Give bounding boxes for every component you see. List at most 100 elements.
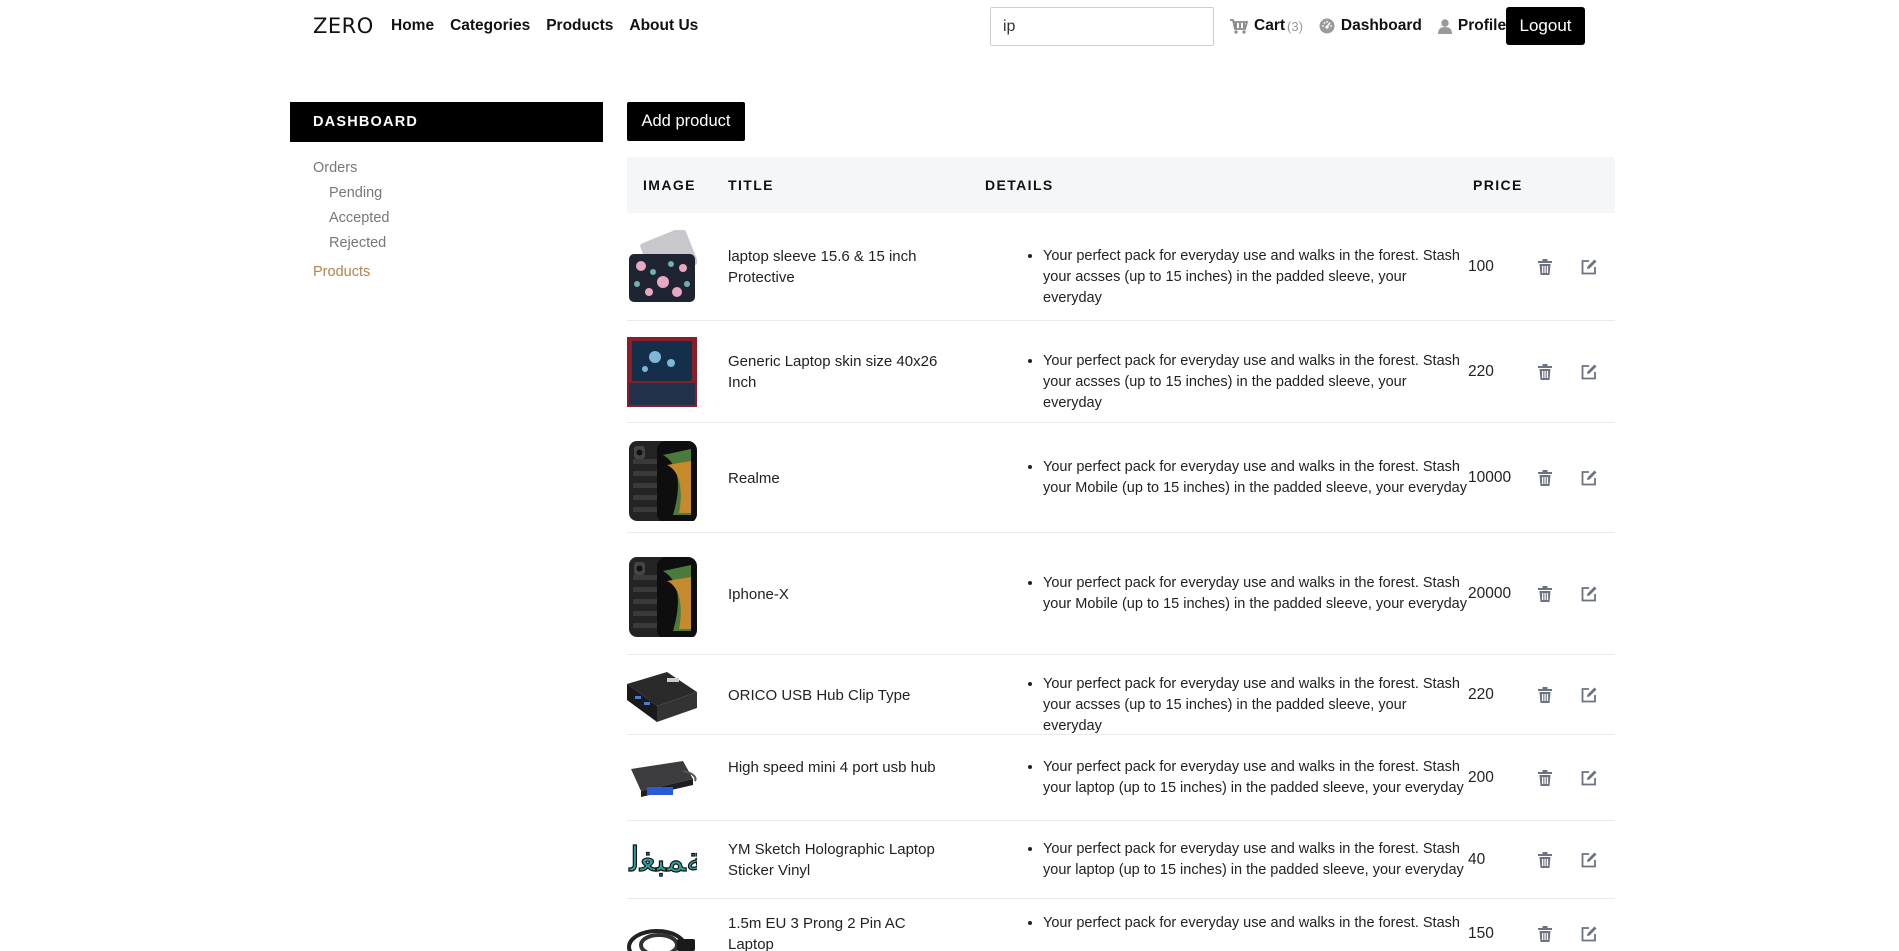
user-icon: [1437, 18, 1452, 34]
top-navbar: ZERO Home Categories Products About Us C…: [0, 0, 1899, 52]
edit-product-button[interactable]: [1581, 770, 1597, 791]
logout-button[interactable]: Logout: [1506, 7, 1585, 45]
column-header-details: DETAILS: [985, 177, 1054, 193]
trash-icon: [1538, 470, 1552, 486]
delete-product-button[interactable]: [1538, 926, 1552, 947]
sidebar-title: DASHBOARD: [290, 102, 603, 142]
nav-about-us[interactable]: About Us: [629, 17, 698, 35]
sidebar-item-pending[interactable]: Pending: [313, 185, 603, 210]
product-details-text: Your perfect pack for everyday use and w…: [1043, 351, 1467, 414]
power-cable-image: [627, 929, 695, 951]
cart-link[interactable]: Cart (3): [1230, 17, 1303, 35]
phone-image: [629, 440, 697, 521]
product-details-text: Your perfect pack for everyday use and w…: [1043, 246, 1467, 309]
delete-product-button[interactable]: [1538, 852, 1552, 873]
product-image: [627, 213, 697, 321]
product-image: [627, 533, 697, 655]
product-image: [627, 423, 697, 533]
delete-product-button[interactable]: [1538, 586, 1552, 607]
nav-products[interactable]: Products: [546, 17, 613, 35]
table-row: laptop sleeve 15.6 & 15 inch Protective …: [627, 213, 1615, 321]
product-details-text: Your perfect pack for everyday use and w…: [1043, 757, 1467, 799]
product-details-text: Your perfect pack for everyday use and w…: [1043, 674, 1467, 737]
edit-icon: [1581, 364, 1597, 380]
table-row: ORICO USB Hub Clip Type Your perfect pac…: [627, 655, 1615, 735]
main-nav: Home Categories Products About Us: [391, 17, 698, 35]
product-image: [627, 735, 697, 821]
table-header: IMAGE TITLE DETAILS PRICE: [627, 157, 1615, 213]
product-details: Your perfect pack for everyday use and w…: [1017, 246, 1467, 309]
product-image: [627, 655, 697, 735]
trash-icon: [1538, 852, 1552, 868]
sidebar-item-rejected[interactable]: Rejected: [313, 235, 603, 260]
edit-product-button[interactable]: [1581, 926, 1597, 947]
sidebar-item-products[interactable]: Products: [313, 264, 603, 289]
trash-icon: [1538, 687, 1552, 703]
table-row: Generic Laptop skin size 40x26 Inch Your…: [627, 321, 1615, 423]
product-price: 40: [1468, 851, 1486, 868]
add-product-button[interactable]: Add product: [627, 102, 745, 141]
product-price: 100: [1468, 258, 1494, 275]
table-row: ﺔﻤﺒﻐﻟا YM Sketch Holographic Laptop Stic…: [627, 821, 1615, 899]
product-title: ORICO USB Hub Clip Type: [728, 686, 911, 704]
edit-icon: [1581, 926, 1597, 942]
table-body: laptop sleeve 15.6 & 15 inch Protective …: [627, 213, 1615, 951]
phone-image: [629, 556, 697, 637]
product-price: 220: [1468, 686, 1494, 703]
brand-logo[interactable]: ZERO: [313, 14, 374, 38]
product-details-text: Your perfect pack for everyday use and w…: [1043, 573, 1467, 615]
column-header-image: IMAGE: [643, 177, 696, 193]
edit-product-button[interactable]: [1581, 470, 1597, 491]
product-details-text: Your perfect pack for everyday use and w…: [1043, 913, 1467, 934]
profile-link[interactable]: Profile: [1437, 17, 1506, 35]
trash-icon: [1538, 926, 1552, 942]
svg-text:ﺔﻤﺒﻐﻟا: ﺔﻤﺒﻐﻟا: [627, 840, 697, 880]
cart-label: Cart: [1254, 17, 1286, 34]
product-details: Your perfect pack for everyday use and w…: [1017, 674, 1467, 737]
edit-product-button[interactable]: [1581, 687, 1597, 708]
edit-product-button[interactable]: [1581, 364, 1597, 385]
column-header-title: TITLE: [728, 177, 774, 193]
product-title: 1.5m EU 3 Prong 2 Pin AC Laptop: [728, 915, 906, 951]
trash-icon: [1538, 586, 1552, 602]
sidebar-item-accepted[interactable]: Accepted: [313, 210, 603, 235]
dashboard-link[interactable]: Dashboard: [1319, 17, 1422, 35]
product-details: Your perfect pack for everyday use and w…: [1017, 457, 1467, 499]
product-title: Generic Laptop skin size 40x26 Inch: [728, 353, 938, 391]
nav-home[interactable]: Home: [391, 17, 434, 35]
product-image: ﺔﻤﺒﻐﻟا: [627, 821, 697, 899]
table-row: Realme Your perfect pack for everyday us…: [627, 423, 1615, 533]
edit-icon: [1581, 259, 1597, 275]
nav-categories[interactable]: Categories: [450, 17, 530, 35]
product-details: Your perfect pack for everyday use and w…: [1017, 913, 1467, 934]
product-title: laptop sleeve 15.6 & 15 inch Protective: [728, 248, 917, 286]
product-price: 150: [1468, 925, 1494, 942]
product-details: Your perfect pack for everyday use and w…: [1017, 839, 1467, 881]
dashboard-sidebar: DASHBOARD Orders Pending Accepted Reject…: [290, 102, 603, 289]
edit-icon: [1581, 687, 1597, 703]
product-title: High speed mini 4 port usb hub: [728, 759, 936, 776]
delete-product-button[interactable]: [1538, 259, 1552, 280]
search-input[interactable]: [990, 7, 1214, 46]
usb-hub-image: [631, 760, 697, 797]
delete-product-button[interactable]: [1538, 687, 1552, 708]
edit-product-button[interactable]: [1581, 259, 1597, 280]
table-row: Iphone-X Your perfect pack for everyday …: [627, 533, 1615, 655]
delete-product-button[interactable]: [1538, 770, 1552, 791]
delete-product-button[interactable]: [1538, 470, 1552, 491]
edit-product-button[interactable]: [1581, 586, 1597, 607]
user-nav: Cart (3) Dashboard Profile: [1230, 17, 1522, 35]
laptop-skin-image: [627, 336, 697, 407]
product-price: 200: [1468, 769, 1494, 786]
product-image: [627, 899, 697, 951]
edit-product-button[interactable]: [1581, 852, 1597, 873]
edit-icon: [1581, 770, 1597, 786]
table-row: 1.5m EU 3 Prong 2 Pin AC Laptop Your per…: [627, 899, 1615, 951]
product-price: 20000: [1468, 585, 1512, 602]
usb-hub-clip-image: [627, 671, 697, 722]
product-details-text: Your perfect pack for everyday use and w…: [1043, 457, 1467, 499]
delete-product-button[interactable]: [1538, 364, 1552, 385]
dashboard-gauge-icon: [1319, 18, 1335, 34]
sidebar-item-orders[interactable]: Orders: [313, 160, 603, 185]
cart-count-badge: (3): [1287, 18, 1303, 34]
